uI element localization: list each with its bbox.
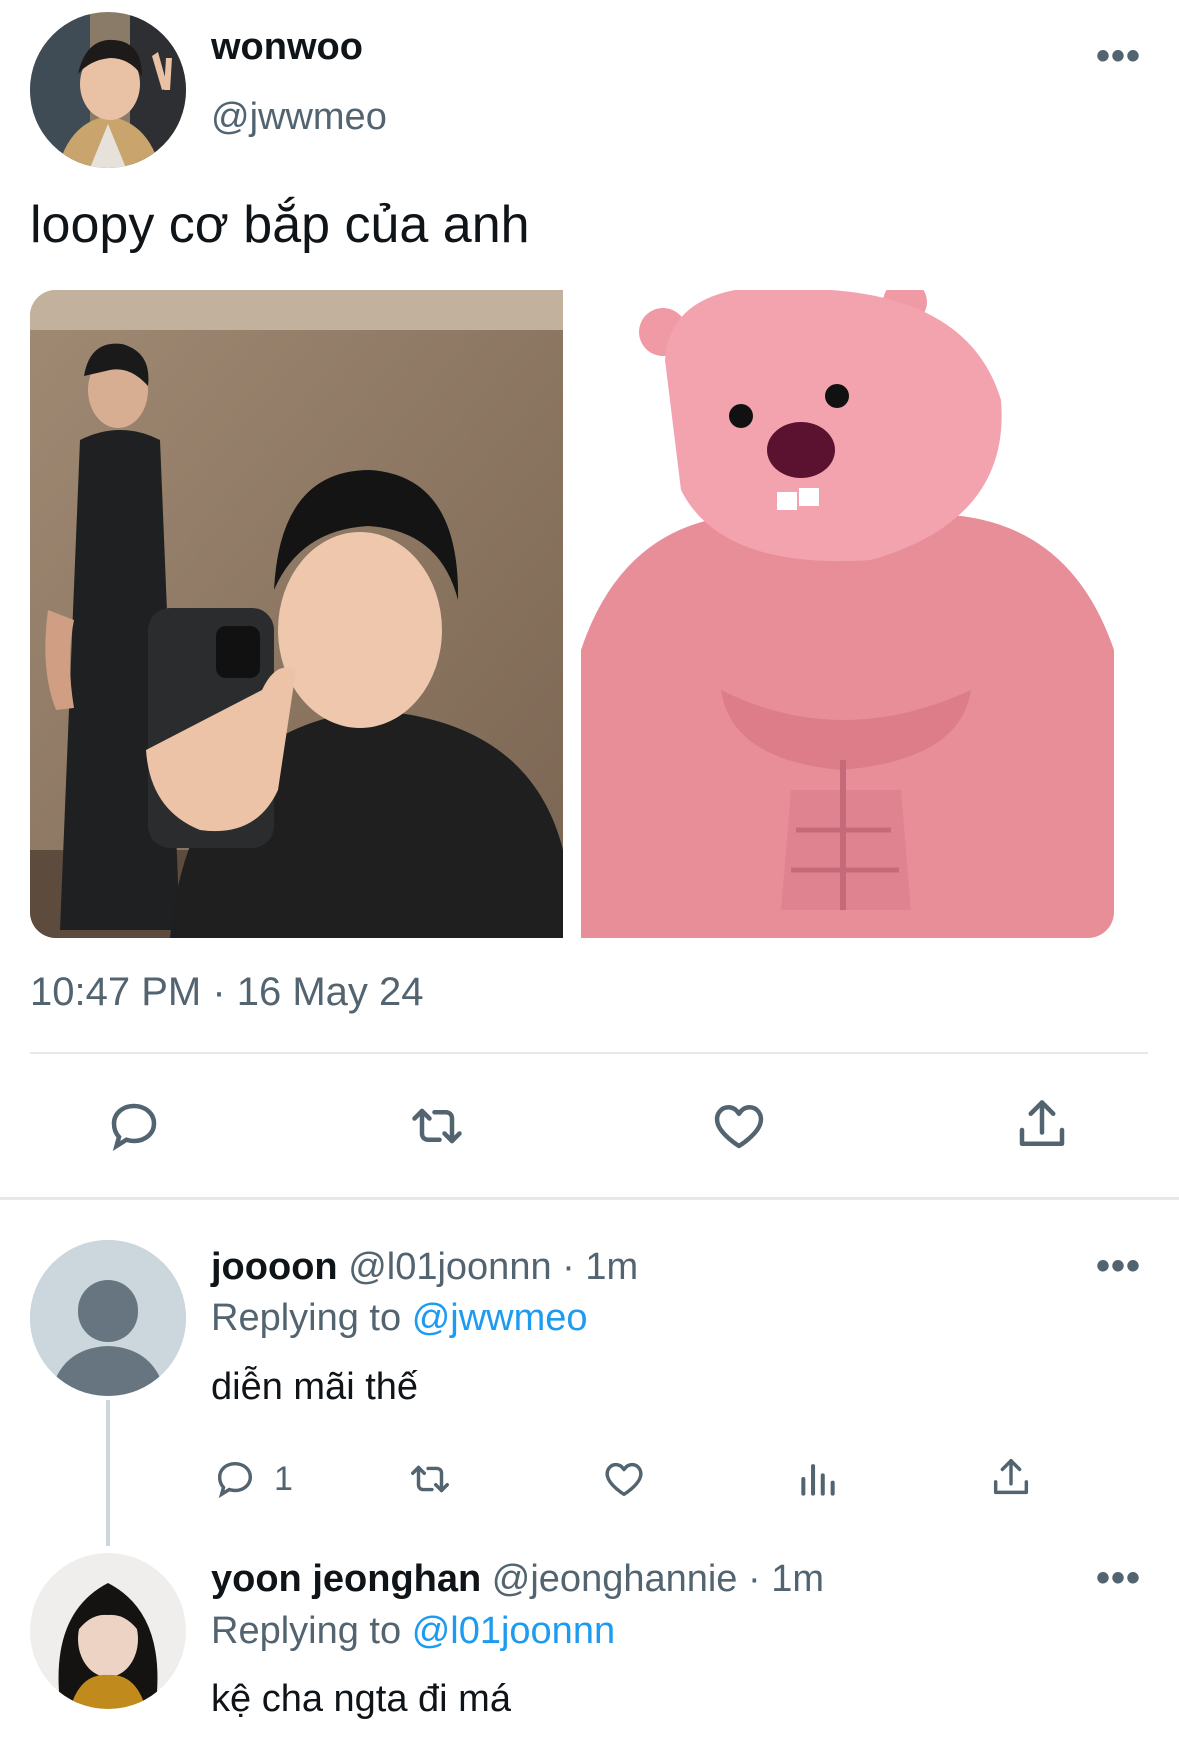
reply-author-name[interactable]: yoon jeonghan	[211, 1558, 481, 1600]
reply-header: joooon @l01joonnn · 1m	[211, 1246, 638, 1289]
reply-author-handle[interactable]: @l01joonnn	[348, 1246, 551, 1288]
thread-line	[106, 1400, 110, 1546]
reply-text: diễn mãi thế	[211, 1366, 419, 1408]
reply-author-handle[interactable]: @jeonghannie	[492, 1558, 738, 1600]
reply-more-options-icon[interactable]: •••	[1096, 1558, 1141, 1598]
reply-like-icon[interactable]	[600, 1456, 648, 1502]
replying-to: Replying to @jwwmeo	[211, 1297, 588, 1340]
share-icon[interactable]	[1012, 1094, 1072, 1156]
tweet-media-2[interactable]	[581, 290, 1114, 938]
reply-icon[interactable]	[104, 1096, 164, 1156]
tweet-timestamp[interactable]: 10:47 PM · 16 May 24	[30, 970, 424, 1015]
author-handle[interactable]: @jwwmeo	[211, 96, 387, 139]
reply-header: yoon jeonghan @jeonghannie · 1m	[211, 1558, 824, 1601]
replying-to-link[interactable]: @jwwmeo	[412, 1297, 588, 1339]
author-name[interactable]: wonwoo	[211, 26, 363, 69]
reply-text: kệ cha ngta đi má	[211, 1678, 511, 1720]
divider	[30, 1052, 1148, 1054]
reply-more-options-icon[interactable]: •••	[1096, 1246, 1141, 1286]
replying-to-link[interactable]: @l01joonnn	[412, 1610, 615, 1652]
like-icon[interactable]	[708, 1096, 770, 1156]
reply-views-icon[interactable]	[796, 1456, 840, 1502]
replying-to-label: Replying to	[211, 1297, 402, 1339]
reply-time[interactable]: · 1m	[562, 1246, 638, 1288]
more-options-icon[interactable]: •••	[1096, 36, 1141, 76]
reply-reply-count: 1	[274, 1460, 293, 1498]
tweet-text: loopy cơ bắp của anh	[30, 196, 530, 254]
replying-to: Replying to @l01joonnn	[211, 1610, 615, 1653]
tweet-media-1[interactable]	[30, 290, 563, 938]
reply-avatar-jeonghan[interactable]	[30, 1553, 186, 1709]
reply-retweet-icon[interactable]	[404, 1456, 456, 1502]
retweet-icon[interactable]	[404, 1096, 470, 1156]
reply-avatar-default[interactable]	[30, 1240, 186, 1396]
section-divider	[0, 1197, 1179, 1200]
reply-share-icon[interactable]	[988, 1454, 1034, 1502]
reply-time[interactable]: · 1m	[748, 1558, 824, 1600]
author-avatar[interactable]	[30, 12, 186, 168]
replying-to-label: Replying to	[211, 1610, 402, 1652]
reply-reply-icon[interactable]	[212, 1456, 258, 1502]
reply-author-name[interactable]: joooon	[211, 1246, 338, 1288]
